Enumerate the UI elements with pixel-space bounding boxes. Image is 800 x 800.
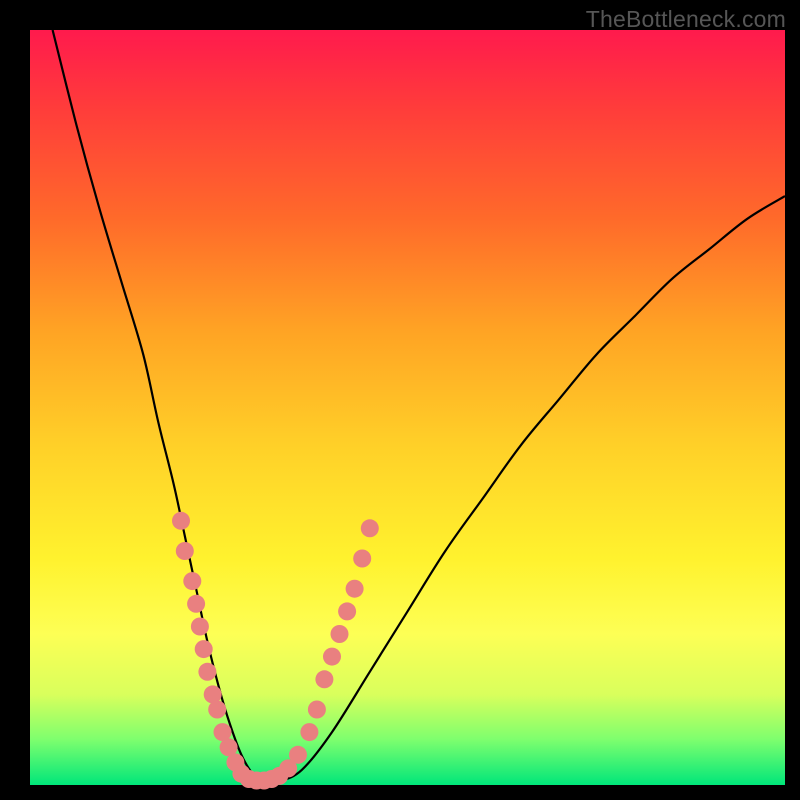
marker-dot <box>208 701 226 719</box>
chart-frame: TheBottleneck.com <box>0 0 800 800</box>
bottleneck-curve <box>53 30 785 782</box>
marker-dot <box>195 640 213 658</box>
plot-area <box>30 30 785 785</box>
marker-dot <box>289 746 307 764</box>
marker-dot <box>353 550 371 568</box>
marker-dot <box>198 663 216 681</box>
marker-dot <box>187 595 205 613</box>
marker-dot <box>308 701 326 719</box>
marker-dot <box>176 542 194 560</box>
marker-dot <box>191 618 209 636</box>
marker-dot <box>338 602 356 620</box>
marker-dot <box>315 670 333 688</box>
marker-dot <box>183 572 201 590</box>
marker-dot <box>346 580 364 598</box>
watermark-text: TheBottleneck.com <box>586 6 786 33</box>
marker-dot <box>361 519 379 537</box>
marker-dot <box>172 512 190 530</box>
marker-dot <box>331 625 349 643</box>
curve-markers <box>172 512 379 790</box>
marker-dot <box>300 723 318 741</box>
marker-dot <box>323 648 341 666</box>
curve-svg <box>30 30 785 785</box>
